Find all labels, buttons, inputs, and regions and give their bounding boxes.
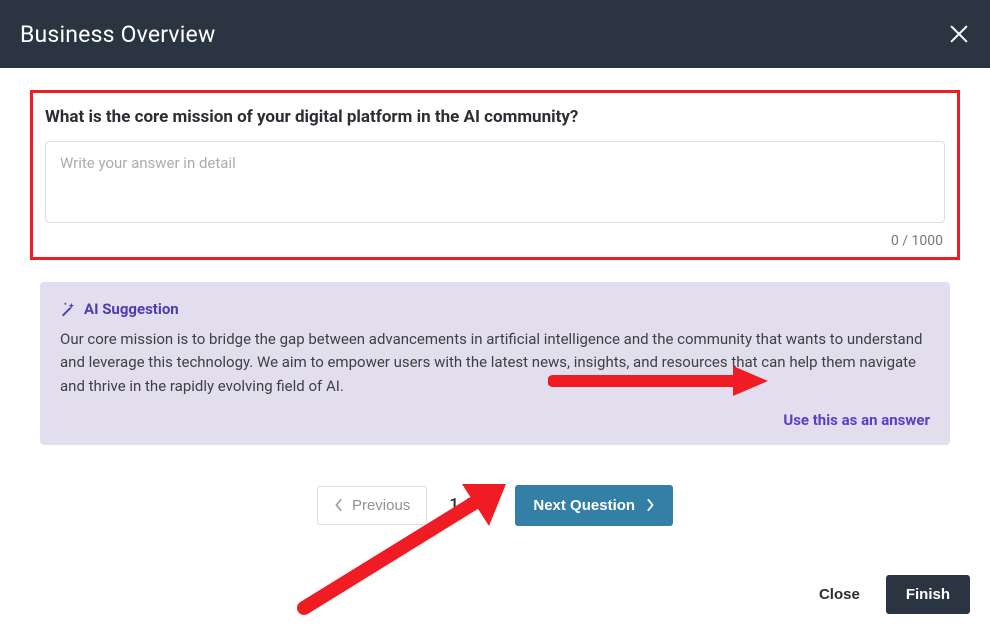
ai-suggestion-header: AI Suggestion: [60, 300, 930, 318]
use-answer-row: Use this as an answer: [60, 410, 930, 429]
modal-header: Business Overview: [0, 0, 990, 68]
next-question-button[interactable]: Next Question: [515, 485, 673, 526]
use-as-answer-link[interactable]: Use this as an answer: [783, 411, 930, 429]
ai-suggestion-card: AI Suggestion Our core mission is to bri…: [40, 282, 950, 445]
ai-suggestion-label: AI Suggestion: [84, 300, 179, 318]
modal-footer: Close Finish: [813, 575, 970, 614]
ai-suggestion-text: Our core mission is to bridge the gap be…: [60, 328, 930, 398]
close-button[interactable]: Close: [813, 576, 866, 613]
question-card: What is the core mission of your digital…: [30, 90, 960, 260]
char-count: 0 / 1000: [45, 233, 945, 249]
page-indicator: 1 / 13: [449, 495, 493, 515]
close-icon[interactable]: [948, 23, 970, 45]
finish-button[interactable]: Finish: [886, 575, 970, 614]
next-label: Next Question: [533, 497, 635, 514]
modal-body: What is the core mission of your digital…: [0, 68, 990, 526]
chevron-left-icon: [334, 498, 344, 512]
answer-input[interactable]: [45, 141, 945, 223]
chevron-right-icon: [645, 498, 655, 512]
modal-title: Business Overview: [20, 21, 215, 48]
magic-wand-icon: [60, 301, 76, 317]
pager: Previous 1 / 13 Next Question: [30, 485, 960, 526]
question-prompt: What is the core mission of your digital…: [45, 107, 945, 127]
previous-label: Previous: [352, 497, 410, 514]
previous-button[interactable]: Previous: [317, 486, 427, 525]
